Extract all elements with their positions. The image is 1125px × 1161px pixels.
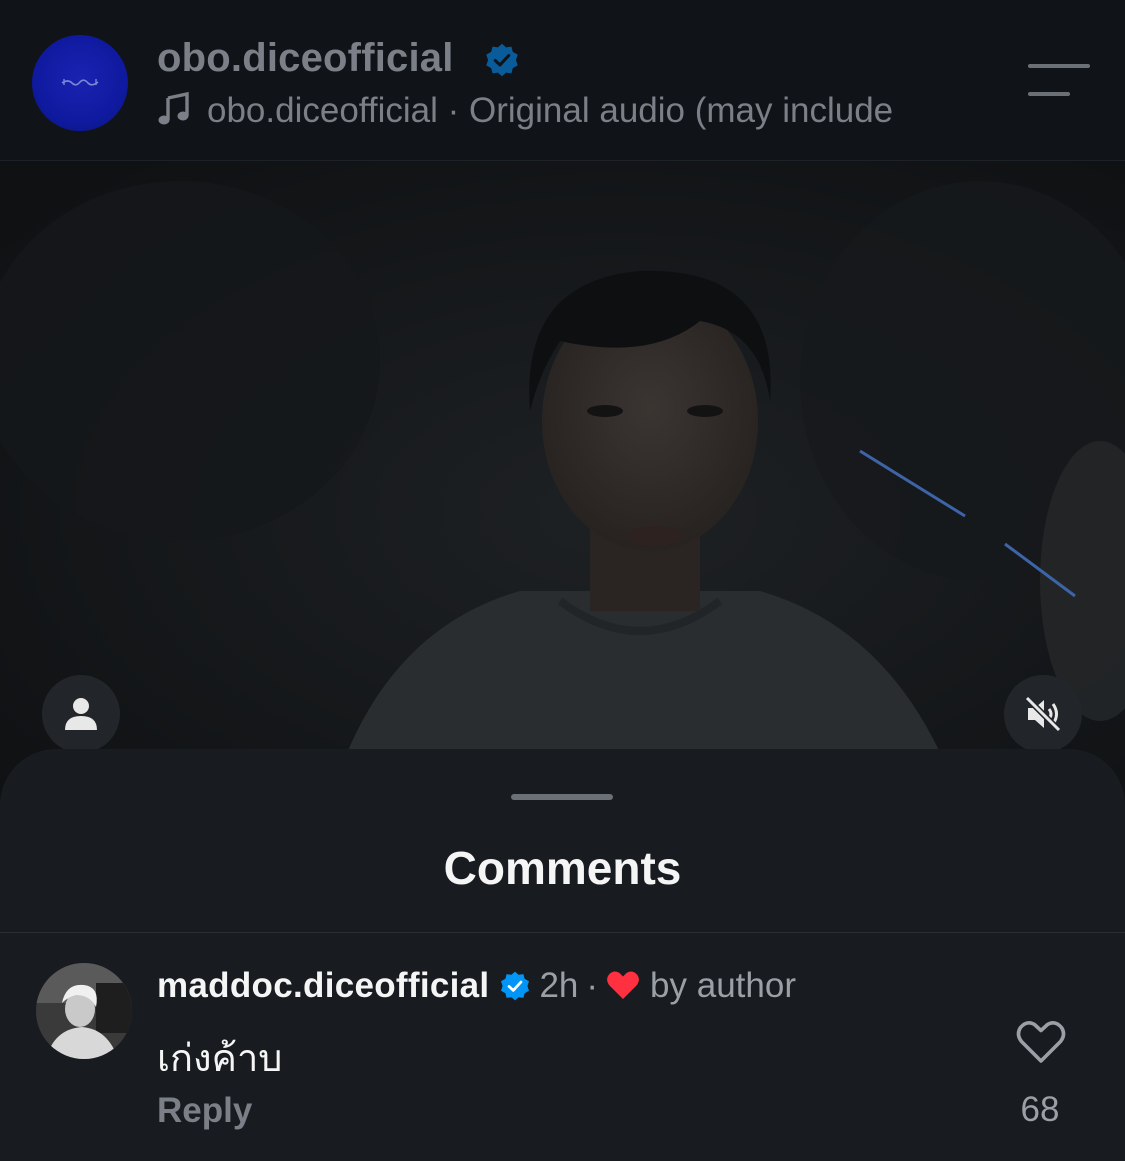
video-player[interactable]	[0, 161, 1125, 801]
verified-badge-icon	[486, 43, 518, 77]
avatar-logo-mark	[61, 79, 99, 86]
comment-meta: maddoc.diceofficial 2h · by author	[157, 966, 796, 1006]
liked-by-author-label: by author	[650, 966, 796, 1005]
speaker-muted-icon	[1024, 695, 1062, 733]
audio-attribution[interactable]: obo.diceofficial · Original audio (may i…	[157, 91, 962, 137]
heart-outline-icon[interactable]	[1015, 1019, 1067, 1065]
comment-time: 2h	[539, 966, 579, 1005]
comments-title: Comments	[443, 842, 682, 894]
video-frame	[0, 161, 1125, 801]
music-note-icon	[158, 92, 189, 125]
mute-toggle-button[interactable]	[1004, 675, 1082, 753]
comment-text: เก่งค้าบ	[157, 1036, 283, 1080]
meta-separator: ·	[586, 966, 599, 1005]
reply-button[interactable]: Reply	[157, 1091, 252, 1131]
person-icon	[65, 698, 97, 730]
heart-filled-icon	[607, 971, 639, 999]
audio-username: obo.diceofficial	[207, 91, 438, 130]
sheet-divider	[0, 932, 1125, 933]
comment-avatar[interactable]	[36, 963, 132, 1059]
like-count: 68	[1020, 1090, 1060, 1129]
audio-separator: ·	[447, 91, 460, 130]
verified-badge-icon	[501, 971, 530, 1001]
audio-label: Original audio	[469, 91, 685, 130]
audio-suffix: (may include	[694, 91, 894, 130]
comments-sheet: Comments maddoc.diceofficial 2h · by auth…	[0, 749, 1125, 1161]
commenter-photo	[36, 963, 132, 1059]
sheet-drag-handle[interactable]	[511, 794, 613, 800]
tagged-users-button[interactable]	[42, 675, 120, 753]
comment-username[interactable]: maddoc.diceofficial	[157, 966, 489, 1005]
profile-avatar[interactable]	[32, 35, 128, 131]
reel-header: obo.diceofficial obo.diceofficial · Orig…	[0, 0, 1125, 161]
menu-icon[interactable]	[1028, 64, 1090, 98]
profile-username[interactable]: obo.diceofficial	[157, 36, 454, 81]
